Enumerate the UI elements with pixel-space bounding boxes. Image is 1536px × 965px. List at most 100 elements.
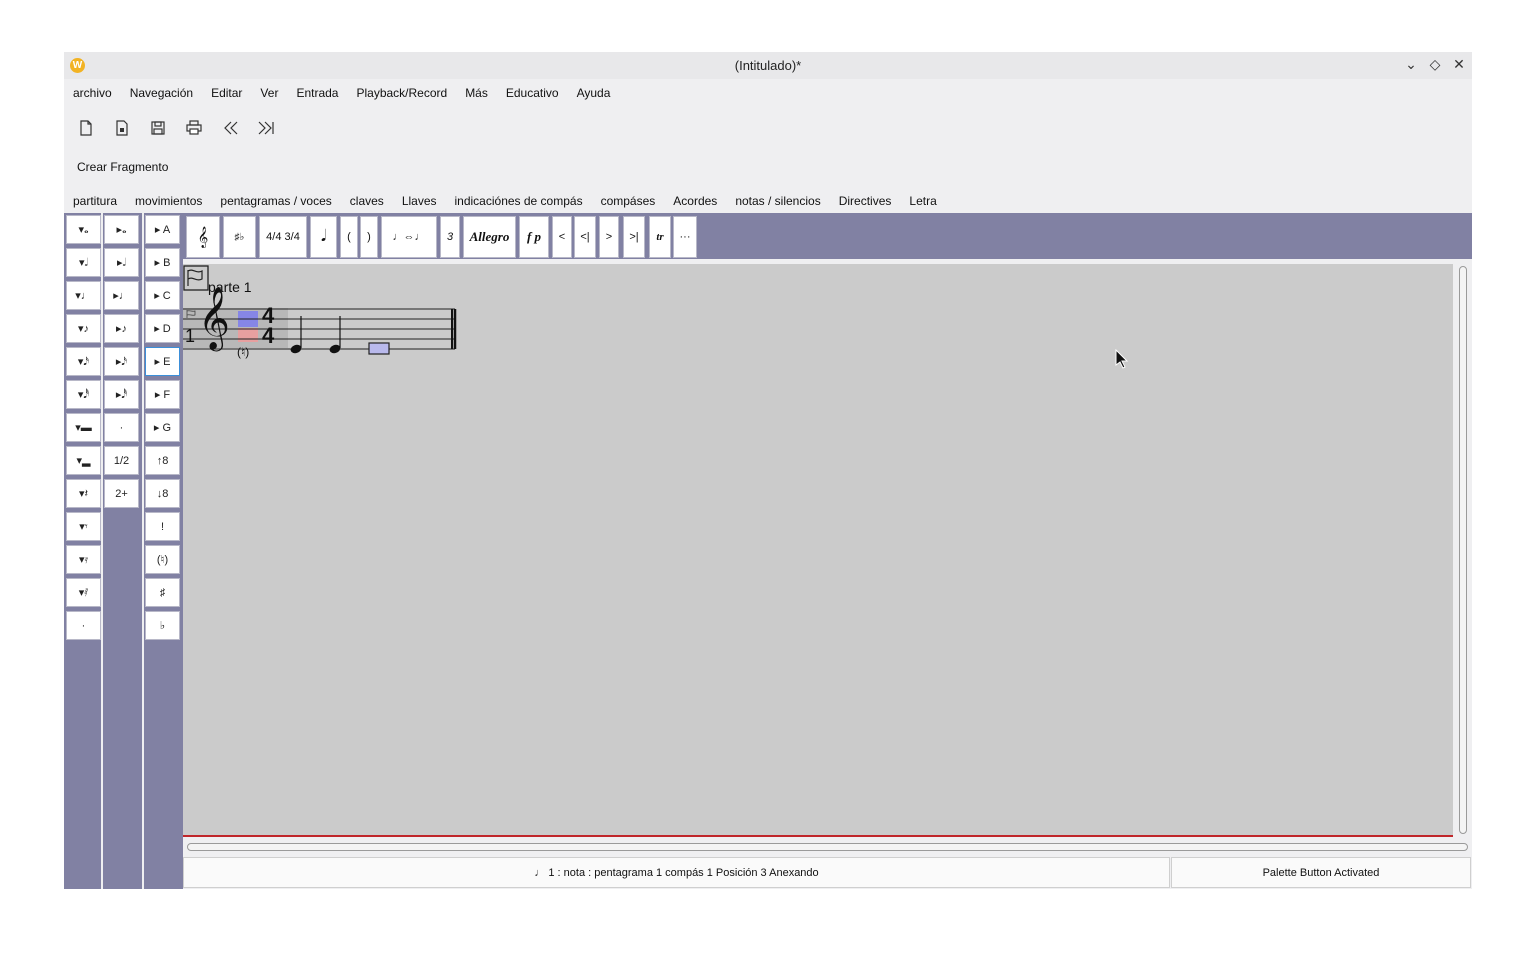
window-title: (Intitulado)*: [734, 58, 802, 73]
palette-trill-button[interactable]: tr: [649, 216, 671, 258]
palette-button-sharpen[interactable]: ♯: [145, 578, 180, 607]
vertical-scrollbar[interactable]: [1459, 266, 1467, 834]
tab-directives[interactable]: Directives: [830, 191, 901, 211]
tab-notas-silencios[interactable]: notas / silencios: [726, 191, 829, 211]
palette-button-append-whole[interactable]: ▸𝅝: [104, 215, 139, 244]
palette-diminuendo-end-button[interactable]: >|: [623, 216, 645, 258]
palette-button-note-c[interactable]: ▸ C: [145, 281, 180, 310]
palette-tempo-button[interactable]: Allegro: [463, 216, 516, 258]
palette-diminuendo-button[interactable]: >: [599, 216, 619, 258]
menu-editar[interactable]: Editar: [202, 82, 251, 104]
tab-indicaciones-compas[interactable]: indicaciónes de compás: [446, 191, 592, 211]
palette-button-insert-sixteenth[interactable]: ▾𝅘𝅥𝅯: [66, 347, 101, 376]
menu-ayuda[interactable]: Ayuda: [568, 82, 620, 104]
palette-button-add-dot[interactable]: ·: [104, 413, 139, 442]
natural-mark: (♮): [237, 345, 250, 359]
menu-entrada[interactable]: Entrada: [287, 82, 347, 104]
go-first-icon: [224, 121, 238, 135]
open-file-icon: [116, 120, 128, 136]
status-bar-message: Palette Button Activated: [1171, 857, 1471, 888]
print-icon: [186, 120, 202, 135]
menu-navegacion[interactable]: Navegación: [121, 82, 202, 104]
palette-button-append-quarter[interactable]: ▸♩: [104, 281, 139, 310]
palette-button-insert-eighth[interactable]: ▾♪: [66, 314, 101, 343]
menu-mas[interactable]: Más: [456, 82, 497, 104]
palette-button-thirtysecond-rest[interactable]: ▾𝅀: [66, 578, 101, 607]
palette-button-insert-half[interactable]: ▾𝅗𝅥: [66, 248, 101, 277]
window-controls: ⌄ ◇ ✕: [1404, 56, 1466, 73]
minimize-icon[interactable]: ⌄: [1404, 56, 1418, 73]
left-palette: ▾𝅝 ▾𝅗𝅥 ▾♩ ▾♪ ▾𝅘𝅥𝅯 ▾𝅘𝅥𝅰 ▾▬ ▾▂ ▾𝄽 ▾𝄾 ▾𝄿 ▾𝅀…: [64, 213, 183, 889]
status-bar-position: ♩ 1 : nota : pentagrama 1 compás 1 Posic…: [183, 857, 1170, 888]
score-canvas[interactable]: parte 1 𝄞 1 4 4 (♮): [183, 264, 1453, 835]
go-last-icon: [258, 121, 274, 135]
palette-button-flatten[interactable]: ♭: [145, 611, 180, 640]
palette-button-double-duration[interactable]: 2+: [104, 479, 139, 508]
palette-keysig-button[interactable]: ♯♭: [223, 216, 256, 258]
title-bar: W (Intitulado)* ⌄ ◇ ✕: [64, 52, 1472, 79]
palette-crescendo-end-button[interactable]: <|: [574, 216, 596, 258]
print-button[interactable]: [180, 116, 208, 140]
menu-playback[interactable]: Playback/Record: [347, 82, 456, 104]
palette-button-quarter-rest[interactable]: ▾𝄽: [66, 479, 101, 508]
tab-claves[interactable]: claves: [341, 191, 393, 211]
palette-more-button[interactable]: ···: [673, 216, 697, 258]
close-icon[interactable]: ✕: [1452, 56, 1466, 73]
go-last-button[interactable]: [252, 116, 280, 140]
palette-button-halve-duration[interactable]: 1/2: [104, 446, 139, 475]
palette-button-octave-up[interactable]: ↑8: [145, 446, 180, 475]
palette-button-append-sixteenth[interactable]: ▸𝅘𝅥𝅯: [104, 347, 139, 376]
palette-tie-button[interactable]: ♩⇔♩: [381, 216, 437, 258]
horizontal-scrollbar[interactable]: [187, 843, 1468, 851]
menu-ver[interactable]: Ver: [251, 82, 287, 104]
tab-llaves[interactable]: Llaves: [393, 191, 446, 211]
palette-button-dot[interactable]: ·: [66, 611, 101, 640]
new-file-button[interactable]: [72, 116, 100, 140]
column-divider: [142, 213, 144, 889]
palette-button-cautionary-natural[interactable]: (♮): [145, 545, 180, 574]
maximize-icon[interactable]: ◇: [1428, 56, 1442, 73]
palette-note-button[interactable]: 𝅘𝅥: [310, 216, 337, 258]
create-fragment-button[interactable]: Crear Fragmento: [77, 160, 168, 174]
palette-timesig-button[interactable]: 4/4 3/4: [259, 216, 307, 258]
palette-button-note-g[interactable]: ▸ G: [145, 413, 180, 442]
palette-button-sixteenth-rest[interactable]: ▾𝄿: [66, 545, 101, 574]
palette-button-insert-whole[interactable]: ▾𝅝: [66, 215, 101, 244]
palette-button-note-a[interactable]: ▸ A: [145, 215, 180, 244]
column-divider: [101, 213, 103, 889]
tab-partitura[interactable]: partitura: [64, 191, 126, 211]
treble-clef-icon: 𝄞: [198, 286, 230, 349]
palette-button-whole-rest[interactable]: ▾▬: [66, 413, 101, 442]
palette-button-note-e[interactable]: ▸ E: [145, 347, 180, 376]
tab-pentagramas[interactable]: pentagramas / voces: [211, 191, 340, 211]
menu-archivo[interactable]: archivo: [64, 82, 121, 104]
palette-clef-button[interactable]: 𝄞: [186, 216, 220, 258]
menu-educativo[interactable]: Educativo: [497, 82, 568, 104]
palette-open-paren-button[interactable]: (: [340, 216, 358, 258]
palette-close-paren-button[interactable]: ): [360, 216, 378, 258]
save-button[interactable]: [144, 116, 172, 140]
palette-button-insert-quarter[interactable]: ▾♩: [66, 281, 101, 310]
palette-button-note-d[interactable]: ▸ D: [145, 314, 180, 343]
palette-button-note-f[interactable]: ▸ F: [145, 380, 180, 409]
palette-button-append-half[interactable]: ▸𝅗𝅥: [104, 248, 139, 277]
tab-letra[interactable]: Letra: [900, 191, 945, 211]
tab-acordes[interactable]: Acordes: [664, 191, 726, 211]
tab-compases[interactable]: compáses: [592, 191, 665, 211]
open-file-button[interactable]: [108, 116, 136, 140]
palette-tuplet-button[interactable]: 3: [440, 216, 460, 258]
palette-button-append-eighth[interactable]: ▸♪: [104, 314, 139, 343]
measure-number: 1: [185, 326, 196, 346]
tab-movimientos[interactable]: movimientos: [126, 191, 211, 211]
palette-button-note-b[interactable]: ▸ B: [145, 248, 180, 277]
palette-dynamic-button[interactable]: f p: [519, 216, 549, 258]
go-first-button[interactable]: [216, 116, 244, 140]
palette-button-insert-thirtysecond[interactable]: ▾𝅘𝅥𝅰: [66, 380, 101, 409]
score-bottom-border: [183, 835, 1453, 837]
palette-button-append-thirtysecond[interactable]: ▸𝅘𝅥𝅰: [104, 380, 139, 409]
palette-button-half-rest[interactable]: ▾▂: [66, 446, 101, 475]
palette-button-octave-down[interactable]: ↓8: [145, 479, 180, 508]
palette-crescendo-button[interactable]: <: [552, 216, 572, 258]
palette-button-eighth-rest[interactable]: ▾𝄾: [66, 512, 101, 541]
palette-button-exclamation[interactable]: !: [145, 512, 180, 541]
